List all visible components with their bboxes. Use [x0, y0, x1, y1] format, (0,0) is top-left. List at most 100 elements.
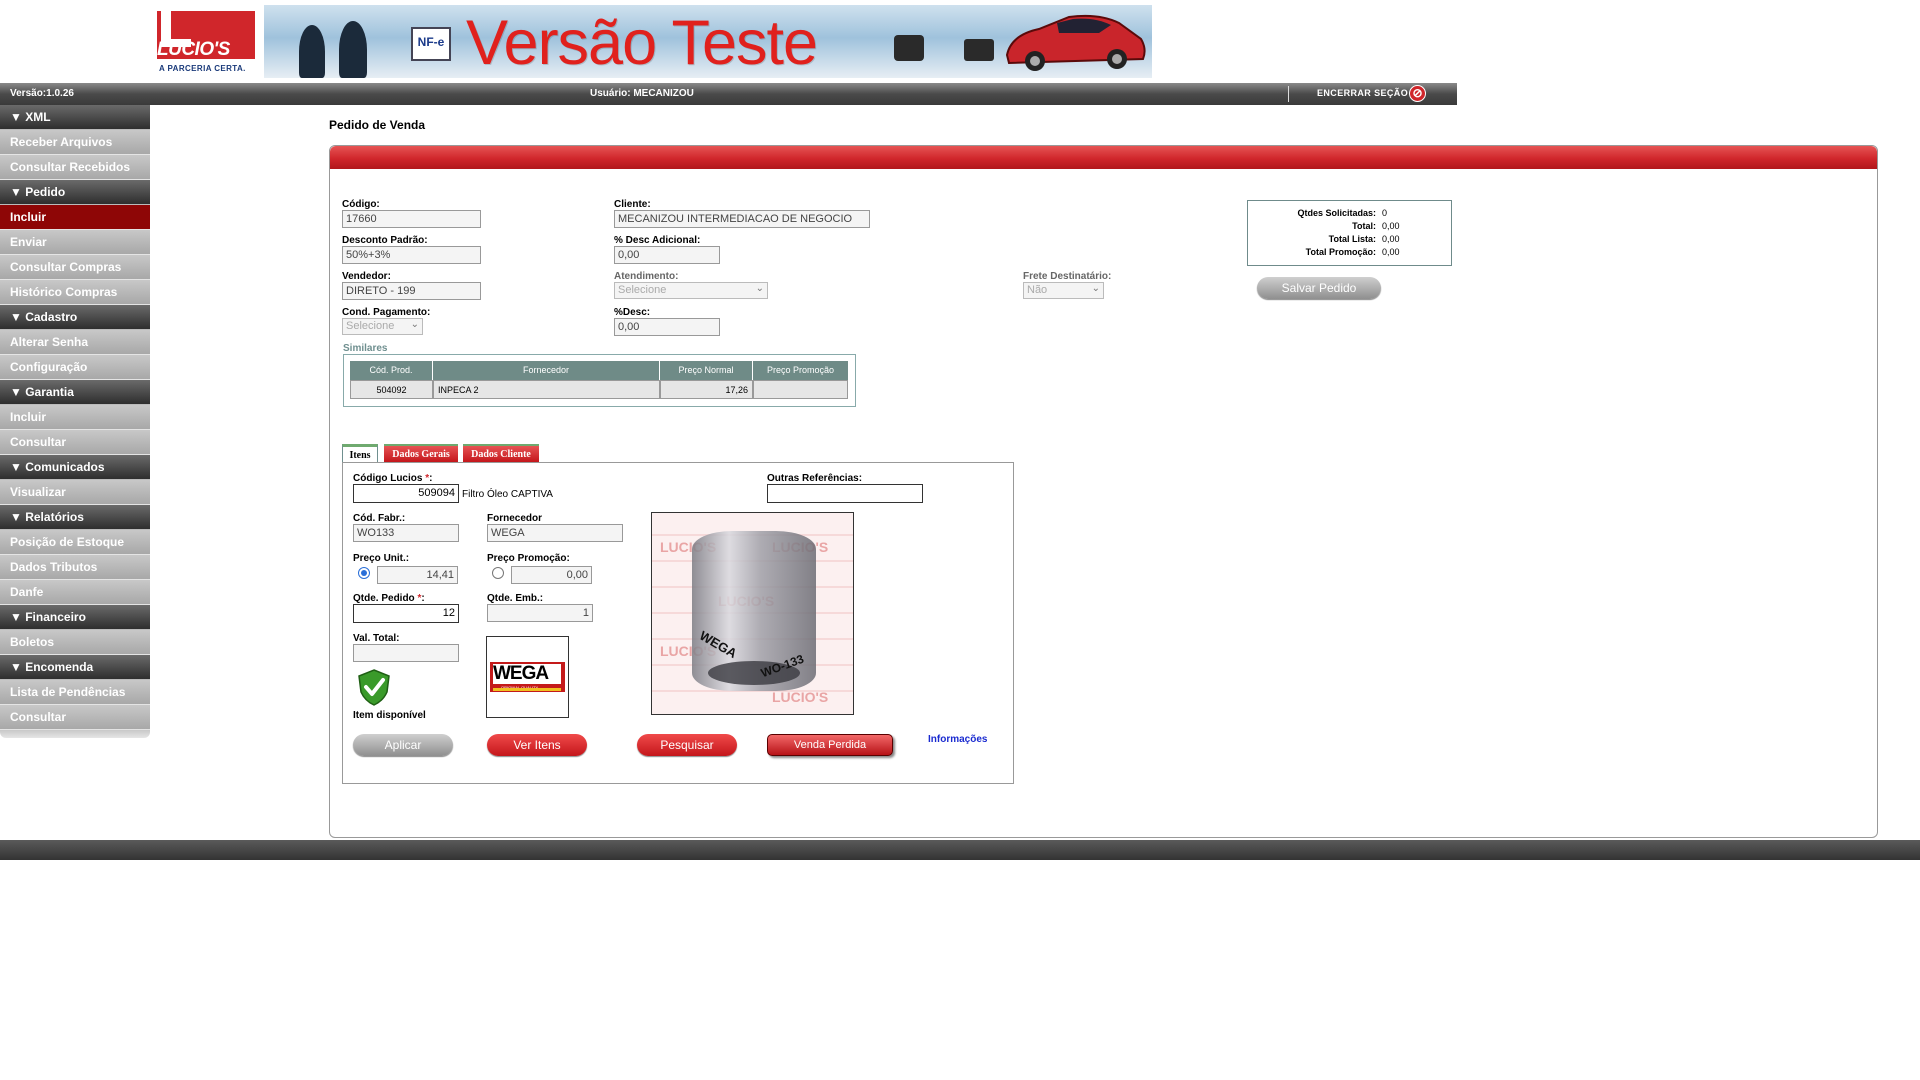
vendedor-field[interactable]: DIRETO - 199: [342, 282, 481, 300]
tab-itens[interactable]: Itens: [342, 444, 378, 462]
sidebar-item-garantia-consultar[interactable]: Consultar: [0, 430, 150, 455]
informacoes-link[interactable]: Informações: [928, 734, 987, 745]
tab-dados-cliente[interactable]: Dados Cliente: [463, 444, 539, 462]
table-cell-preco-promocao[interactable]: [753, 380, 848, 399]
sidebar-item-encomenda-consultar[interactable]: Consultar: [0, 705, 150, 730]
atendimento-select[interactable]: Selecione ⌄: [614, 282, 768, 299]
sidebar-section-xml[interactable]: ▼ XML: [0, 105, 150, 130]
desc-adicional-label: % Desc Adicional:: [614, 235, 701, 246]
sidebar-item-consultar-recebidos[interactable]: Consultar Recebidos: [0, 155, 150, 180]
preco-promocao-radio[interactable]: [492, 567, 504, 579]
sidebar-item-dados-tributos[interactable]: Dados Tributos: [0, 555, 150, 580]
version-label: Versão:1.0.26: [10, 88, 74, 99]
page-title: Pedido de Venda: [329, 118, 426, 132]
item-disponivel-label: Item disponível: [353, 710, 426, 721]
product-description: Filtro Óleo CAPTIVA: [462, 489, 553, 500]
sidebar-item-historico-compras[interactable]: Histórico Compras: [0, 280, 150, 305]
sidebar-section-pedido[interactable]: ▼ Pedido: [0, 180, 150, 205]
total-promocao-value: 0,00: [1382, 247, 1400, 257]
sidebar-item-boletos[interactable]: Boletos: [0, 630, 150, 655]
preco-promocao-field[interactable]: 0,00: [511, 566, 592, 584]
codigo-lucios-label: Código Lucios *:: [353, 473, 433, 484]
header-banner: LUCIO'S A PARCERIA CERTA. NF-e Versão Te…: [149, 5, 1152, 78]
atendimento-label: Atendimento:: [614, 271, 679, 282]
sidebar: ▼ XML Receber Arquivos Consultar Recebid…: [0, 105, 150, 738]
cond-pagamento-select[interactable]: Selecione ⌄: [342, 318, 423, 335]
brand-text: WEGA: [493, 663, 549, 684]
ver-itens-button[interactable]: Ver Itens: [487, 734, 587, 756]
codigo-label: Código:: [342, 199, 380, 210]
logout-icon[interactable]: ⊘: [1409, 85, 1426, 102]
total-label: Total:: [1352, 221, 1376, 231]
logo: LUCIO'S A PARCERIA CERTA.: [149, 5, 264, 78]
triangle-down-icon: ▼: [10, 460, 26, 474]
panel-header: [330, 146, 1877, 169]
product-image: LUCIO'S LUCIO'S LUCIO'S LUCIO'S LUCIO'S …: [651, 512, 854, 715]
tab-dados-gerais[interactable]: Dados Gerais: [384, 444, 458, 462]
outras-referencias-input[interactable]: [767, 484, 923, 503]
similares-table: Cód. Prod. Fornecedor Preço Normal Preço…: [343, 354, 856, 407]
sidebar-item-pedido-incluir[interactable]: Incluir: [0, 205, 150, 230]
sidebar-section-comunicados[interactable]: ▼ Comunicados: [0, 455, 150, 480]
chevron-down-icon: ⌄: [1091, 283, 1100, 294]
preco-unit-label: Preço Unit.:: [353, 553, 410, 564]
col-header-cod-prod: Cód. Prod.: [350, 361, 433, 380]
sidebar-item-configuracao[interactable]: Configuração: [0, 355, 150, 380]
desconto-padrao-field[interactable]: 50%+3%: [342, 246, 481, 264]
cliente-field[interactable]: MECANIZOU INTERMEDIACAO DE NEGOCIO: [614, 210, 870, 228]
sidebar-item-receber-arquivos[interactable]: Receber Arquivos: [0, 130, 150, 155]
col-header-preco-promocao: Preço Promoção: [753, 361, 848, 380]
fornecedor-field[interactable]: WEGA: [487, 524, 623, 542]
cod-fabr-field[interactable]: WO133: [353, 524, 459, 542]
preco-unit-field[interactable]: 14,41: [377, 566, 458, 584]
frete-label: Frete Destinatário:: [1023, 271, 1112, 282]
sidebar-section-garantia[interactable]: ▼ Garantia: [0, 380, 150, 405]
sidebar-section-financeiro[interactable]: ▼ Financeiro: [0, 605, 150, 630]
qtdes-value: 0: [1382, 208, 1388, 218]
pesquisar-button[interactable]: Pesquisar: [637, 734, 737, 756]
totals-box: Qtdes Solicitadas: 0 Total: 0,00 Total L…: [1247, 200, 1452, 266]
user-label: Usuário: MECANIZOU: [590, 88, 694, 99]
sidebar-section-cadastro[interactable]: ▼ Cadastro: [0, 305, 150, 330]
sidebar-item-danfe[interactable]: Danfe: [0, 580, 150, 605]
qtde-pedido-input[interactable]: 12: [353, 604, 459, 623]
desc-field[interactable]: 0,00: [614, 318, 720, 336]
triangle-down-icon: ▼: [10, 310, 26, 324]
aplicar-button[interactable]: Aplicar: [353, 734, 453, 756]
sidebar-item-lista-pendencias[interactable]: Lista de Pendências: [0, 680, 150, 705]
val-total-label: Val. Total:: [353, 633, 400, 644]
preco-unit-radio[interactable]: [358, 567, 370, 579]
table-cell-preco-normal[interactable]: 17,26: [660, 380, 753, 399]
desc-label: %Desc:: [614, 307, 651, 318]
person-silhouette-icon: [299, 25, 325, 78]
sidebar-item-posicao-estoque[interactable]: Posição de Estoque: [0, 530, 150, 555]
venda-perdida-button[interactable]: Venda Perdida: [767, 734, 893, 756]
codigo-lucios-input[interactable]: 509094: [353, 484, 459, 503]
sidebar-item-garantia-incluir[interactable]: Incluir: [0, 405, 150, 430]
sidebar-section-encomenda[interactable]: ▼ Encomenda: [0, 655, 150, 680]
val-total-field[interactable]: [353, 644, 459, 662]
logo-text: LUCIO'S: [157, 39, 230, 60]
total-promocao-label: Total Promoção:: [1305, 247, 1376, 257]
person-silhouette-icon: [339, 21, 367, 78]
sidebar-section-relatorios[interactable]: ▼ Relatórios: [0, 505, 150, 530]
sidebar-item-consultar-compras[interactable]: Consultar Compras: [0, 255, 150, 280]
table-cell-cod[interactable]: 504092: [350, 380, 433, 399]
desconto-padrao-label: Desconto Padrão:: [342, 235, 428, 246]
salvar-pedido-button[interactable]: Salvar Pedido: [1257, 277, 1381, 299]
sidebar-item-visualizar[interactable]: Visualizar: [0, 480, 150, 505]
sidebar-item-enviar[interactable]: Enviar: [0, 230, 150, 255]
preco-promocao-label: Preço Promoção:: [487, 553, 570, 564]
qtde-pedido-label: Qtde. Pedido *:: [353, 593, 425, 604]
frete-select[interactable]: Não ⌄: [1023, 282, 1104, 299]
col-header-fornecedor: Fornecedor: [433, 361, 660, 380]
qtde-emb-field[interactable]: 1: [487, 604, 593, 622]
codigo-field[interactable]: 17660: [342, 210, 481, 228]
desc-adicional-field[interactable]: 0,00: [614, 246, 720, 264]
table-cell-fornecedor[interactable]: INPECA 2: [433, 380, 660, 399]
logout-link[interactable]: ENCERRAR SEÇÃO: [1317, 88, 1408, 98]
total-lista-value: 0,00: [1382, 234, 1400, 244]
watermark-text: LUCIO'S: [772, 689, 829, 705]
sidebar-item-alterar-senha[interactable]: Alterar Senha: [0, 330, 150, 355]
car-icon: [1005, 14, 1146, 71]
